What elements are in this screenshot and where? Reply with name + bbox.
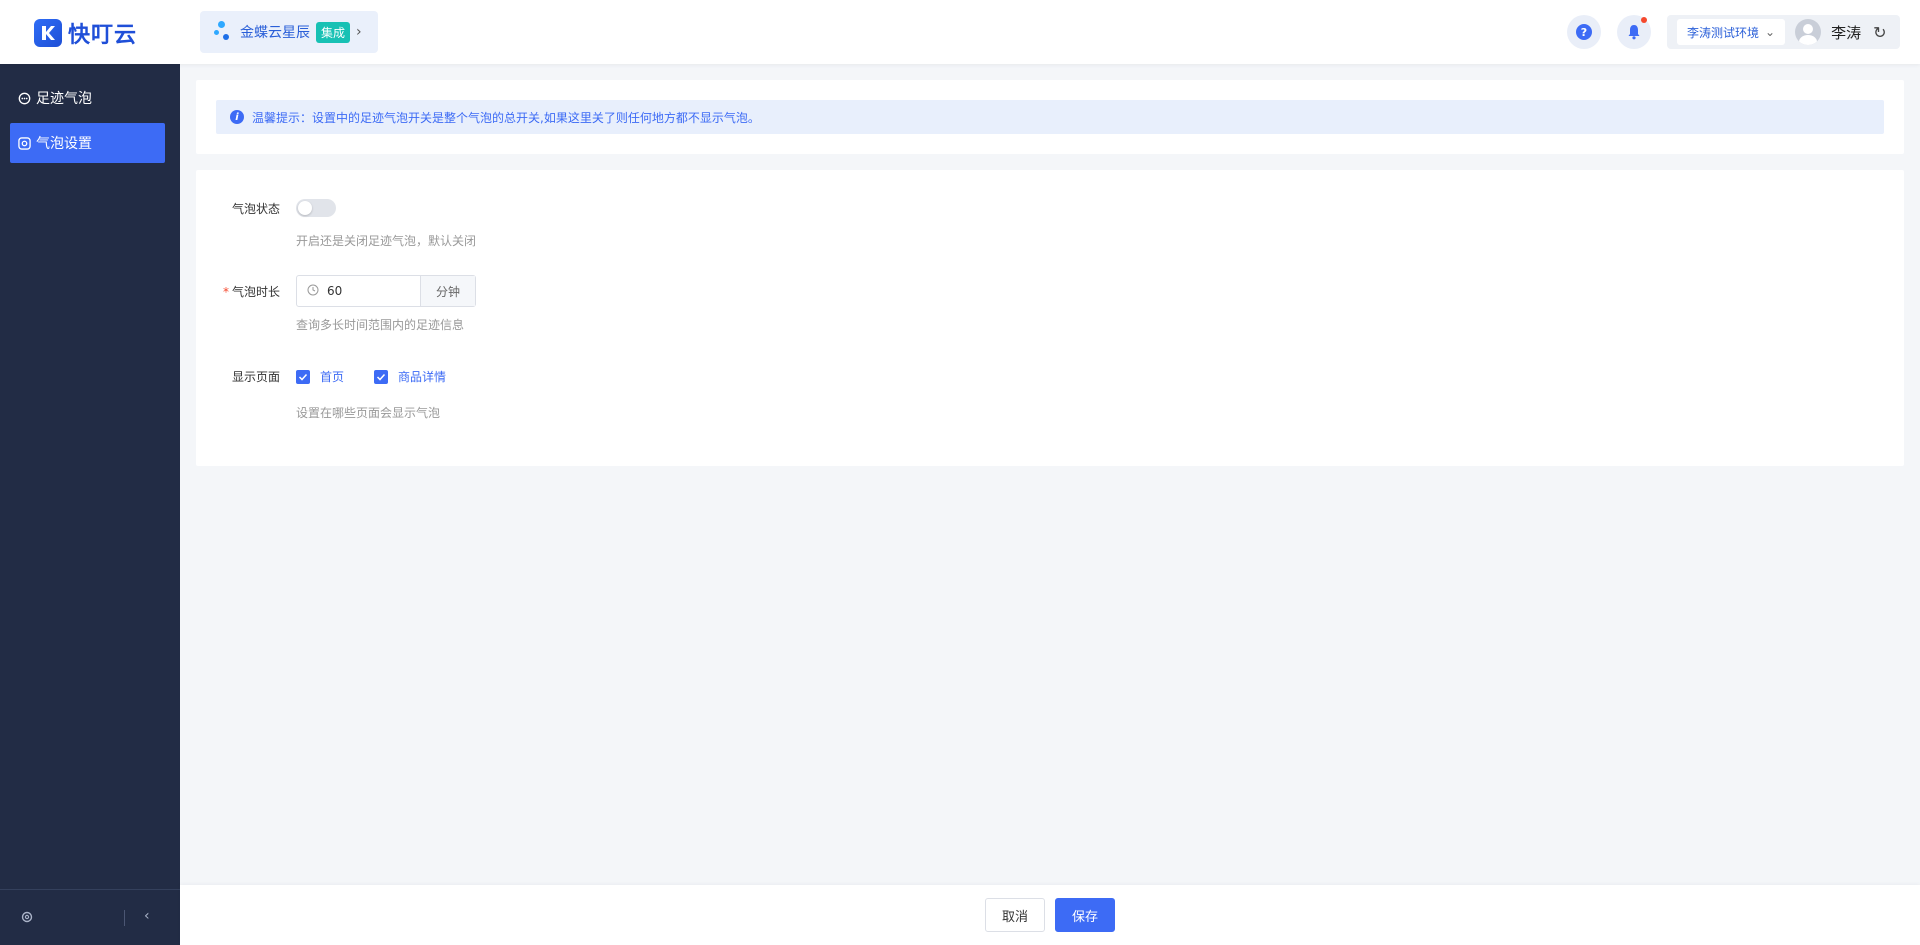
tip-text: 温馨提示：设置中的足迹气泡开关是整个气泡的总开关,如果这里关了则任何地方都不显示… (252, 110, 760, 125)
top-header: 快叮云 金蝶云星辰 集成 › ? 李涛测试环境 ⌄ 李涛 ↻ (0, 0, 1920, 64)
checkbox-label: 首页 (320, 370, 345, 384)
duration-unit: 分钟 (420, 276, 475, 306)
cancel-button[interactable]: 取消 (985, 898, 1045, 932)
help-icon: ? (1576, 24, 1592, 40)
bell-icon (1628, 25, 1640, 40)
status-help: 开启还是关闭足迹气泡，默认关闭 (296, 234, 477, 248)
help-button[interactable]: ? (1567, 15, 1601, 49)
settings-form-card: 气泡状态 开启还是关闭足迹气泡，默认关闭 * 气泡时长 60 分钟 查询多长时间范… (196, 170, 1904, 466)
tip-banner: i 温馨提示：设置中的足迹气泡开关是整个气泡的总开关,如果这里关了则任何地方都不… (216, 100, 1884, 134)
user-panel: 李涛测试环境 ⌄ 李涛 ↻ (1667, 15, 1900, 49)
gear-icon[interactable] (20, 910, 34, 927)
duration-value[interactable]: 60 (327, 284, 420, 298)
info-icon: i (230, 110, 244, 124)
collapse-sidebar-icon[interactable]: ‹ (144, 908, 150, 924)
app-switcher[interactable]: 金蝶云星辰 集成 › (200, 11, 378, 53)
checkbox-home[interactable]: 首页 (296, 368, 344, 385)
sidebar-footer: ‹ (0, 889, 180, 945)
username: 李涛 (1831, 23, 1862, 42)
status-label: 气泡状态 (231, 202, 280, 216)
duration-help: 查询多长时间范围内的足迹信息 (296, 318, 465, 332)
app-badge: 集成 (316, 21, 351, 43)
sidebar: 足迹气泡 气泡设置 ‹ (0, 64, 180, 945)
status-toggle[interactable] (296, 199, 336, 217)
tip-card: i 温馨提示：设置中的足迹气泡开关是整个气泡的总开关,如果这里关了则任何地方都不… (196, 80, 1904, 154)
sidebar-item-bubble-settings[interactable]: 气泡设置 (10, 123, 165, 163)
bottom-action-bar: 取消 保存 (180, 885, 1920, 945)
footer-divider (124, 910, 125, 926)
message-icon (16, 90, 32, 106)
save-button[interactable]: 保存 (1055, 898, 1115, 932)
settings-icon (16, 135, 32, 151)
pages-label: 显示页面 (231, 370, 280, 384)
sidebar-item-label: 足迹气泡 (36, 91, 92, 107)
chevron-down-icon: ⌄ (1765, 25, 1776, 39)
svg-text:?: ? (1581, 26, 1587, 39)
notification-dot (1641, 17, 1647, 23)
notifications-button[interactable] (1617, 15, 1651, 49)
clock-icon (307, 284, 321, 299)
refresh-icon[interactable]: ↻ (1873, 23, 1886, 42)
chevron-right-icon: › (356, 24, 362, 40)
checkbox-label: 商品详情 (398, 370, 447, 384)
app-dots-icon (214, 20, 232, 44)
logo-mark-icon (34, 19, 62, 47)
avatar[interactable] (1795, 19, 1822, 45)
env-select[interactable]: 李涛测试环境 ⌄ (1677, 19, 1786, 45)
checkbox-checked-icon (374, 369, 388, 384)
required-mark: * (222, 285, 229, 299)
logo-text: 快叮云 (68, 23, 138, 48)
duration-input[interactable]: 60 分钟 (296, 275, 476, 307)
checkbox-checked-icon (296, 369, 310, 384)
sidebar-item-footprint-bubble[interactable]: 足迹气泡 (10, 78, 165, 118)
app-name: 金蝶云星辰 (240, 25, 310, 41)
checkbox-product-detail[interactable]: 商品详情 (374, 368, 446, 385)
sidebar-item-label: 气泡设置 (36, 136, 92, 152)
env-select-label: 李涛测试环境 (1687, 25, 1760, 40)
logo[interactable]: 快叮云 (34, 17, 137, 49)
pages-help: 设置在哪些页面会显示气泡 (296, 406, 441, 420)
duration-label: * 气泡时长 (222, 285, 280, 299)
